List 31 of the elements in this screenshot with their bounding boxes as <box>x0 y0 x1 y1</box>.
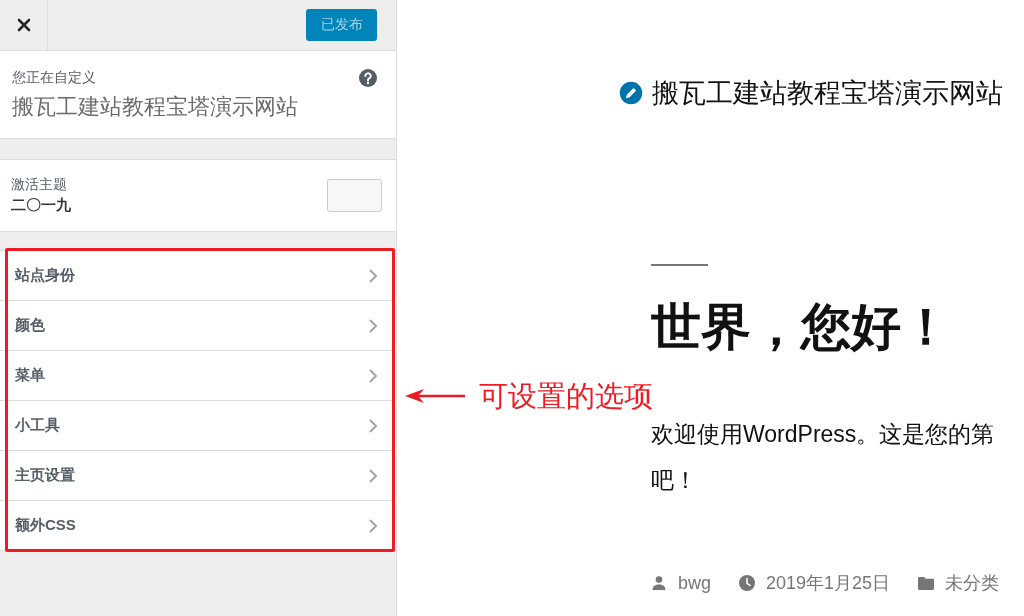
section-item[interactable]: 菜单 <box>0 350 396 400</box>
post-title: 世界，您好！ <box>651 298 952 357</box>
section-item[interactable]: 主页设置 <box>0 450 396 500</box>
chevron-right-icon <box>368 517 378 534</box>
section-item[interactable]: 颜色 <box>0 300 396 350</box>
theme-caption: 激活主题 <box>11 175 68 193</box>
chevron-right-icon <box>368 267 378 284</box>
post-text: 欢迎使用WordPress。这是您的第 <box>651 420 995 449</box>
close-icon <box>16 18 31 32</box>
post-text: 吧！ <box>651 466 697 495</box>
clock-icon <box>739 575 756 591</box>
chevron-right-icon <box>368 417 378 434</box>
site-title[interactable]: 搬瓦工建站教程宝塔演示网站 <box>652 78 1003 108</box>
person-icon <box>651 575 667 591</box>
post-meta-link[interactable]: 2019年1月25日 <box>766 571 891 595</box>
section-item[interactable]: 小工具 <box>0 400 396 450</box>
section-item[interactable]: 额外CSS <box>0 500 396 550</box>
help-icon[interactable] <box>359 69 377 87</box>
chevron-right-icon <box>368 317 378 334</box>
post-meta-link[interactable]: bwg <box>678 571 712 595</box>
left-arrow-icon <box>405 387 467 405</box>
theme-name: 二〇一九 <box>11 195 71 215</box>
chevron-right-icon <box>368 467 378 484</box>
site-title: 搬瓦工建站教程宝塔演示网站 <box>12 93 298 121</box>
customizing-caption: 您正在自定义 <box>12 68 97 86</box>
post-meta-link[interactable]: 未分类 <box>945 571 1000 595</box>
chevron-right-icon <box>368 367 378 384</box>
folder-icon <box>918 576 935 590</box>
section-item[interactable]: 站点身份 <box>0 250 396 300</box>
pencil-icon[interactable] <box>618 80 644 106</box>
annotation-label: 可设置的选项 <box>479 379 653 414</box>
